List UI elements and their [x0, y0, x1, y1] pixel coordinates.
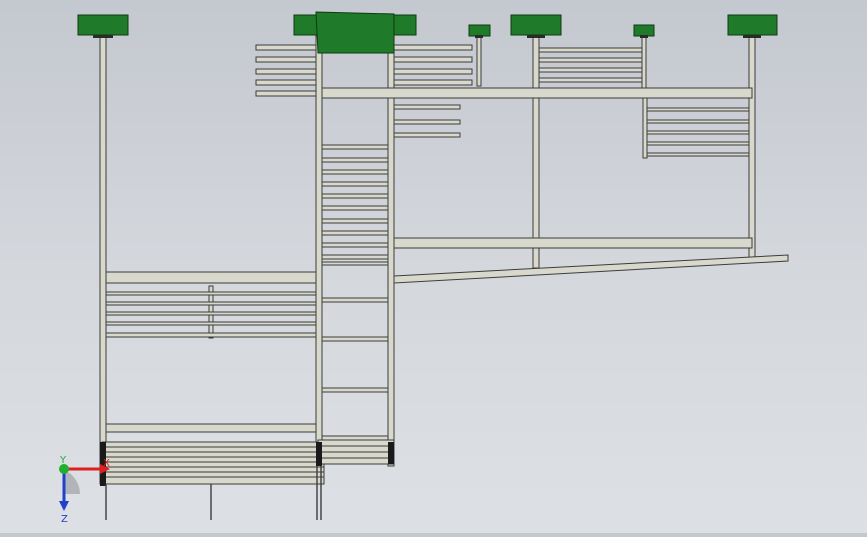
cap-large-center [315, 11, 395, 54]
right-cage-rails [646, 107, 750, 157]
post-right [748, 35, 756, 259]
left-platform-beam [105, 271, 317, 284]
axis-triad: Y X Z [59, 455, 110, 522]
right-cage-post [642, 97, 648, 159]
upper-right-rails [538, 47, 643, 83]
axis-x-label: X [103, 458, 110, 469]
axis-y-label: Y [59, 455, 67, 466]
diagonal-beam [393, 254, 789, 284]
cap-middle [510, 14, 562, 36]
post-middle [532, 35, 540, 269]
cap-right [727, 14, 778, 36]
post-left [99, 35, 107, 485]
middle-beam [393, 237, 753, 249]
structure-drawing [77, 11, 789, 520]
post-ladder-left [315, 35, 323, 467]
cap-small-a [468, 24, 491, 37]
upper-beam [321, 87, 753, 99]
post-small-a [476, 35, 482, 87]
cap-collars [93, 35, 761, 38]
bottom-plates [101, 439, 395, 485]
upper-mid-rails [393, 44, 473, 86]
cap-left [77, 14, 129, 36]
ladder-rungs [321, 144, 389, 441]
axis-z-label: Z [61, 514, 68, 522]
cad-graphics-area[interactable]: Y X Z [0, 0, 867, 533]
axis-z-arrow [59, 501, 69, 511]
post-ladder-right [387, 35, 395, 467]
bottom-beam [105, 423, 317, 433]
cap-small-b [633, 24, 655, 37]
upper-left-rails [255, 44, 317, 97]
cap-ladder-right [391, 14, 417, 36]
stair-rails [393, 104, 461, 138]
triad-shadow [64, 470, 80, 494]
post-small-b [641, 35, 647, 89]
